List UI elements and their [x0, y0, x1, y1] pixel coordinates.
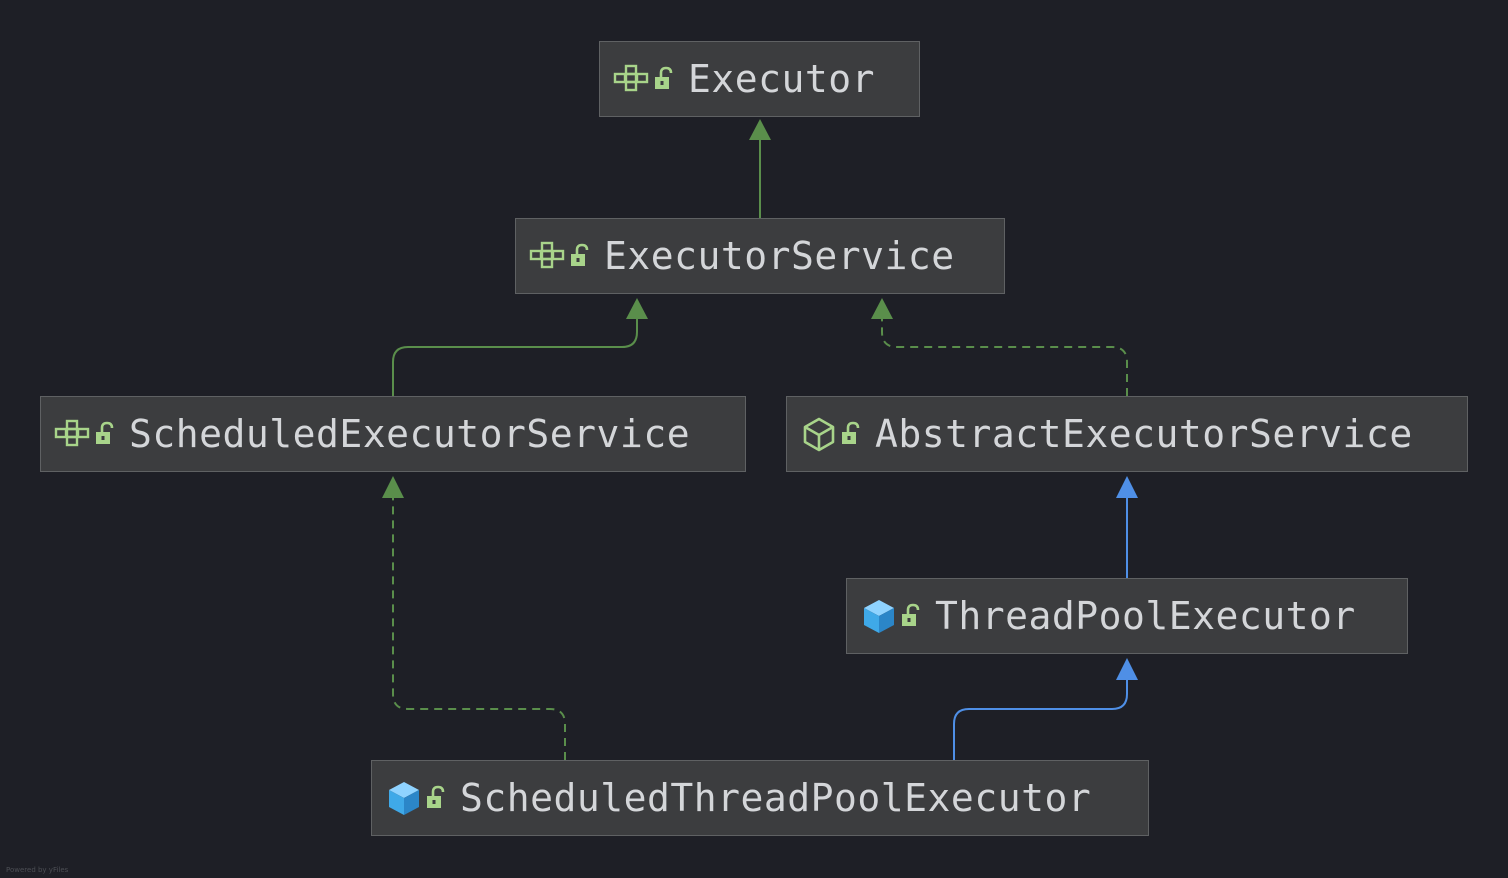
node-label: ScheduledExecutorService: [129, 412, 691, 456]
node-scheduledexecutorservice[interactable]: ScheduledExecutorService: [40, 396, 746, 472]
interface-icon: [528, 236, 568, 276]
arrowhead-threadpoolexecutor: [1116, 658, 1138, 680]
arrowhead-scheduledexecutorservice: [382, 476, 404, 498]
node-executor[interactable]: Executor: [599, 41, 920, 117]
node-label: ThreadPoolExecutor: [935, 594, 1356, 638]
edge-abstractexecutorservice-implements-executorservice: [881, 318, 1128, 396]
abstract-class-icon: [799, 414, 839, 454]
unlocked-visibility-icon: [650, 59, 680, 99]
arrowhead-executorservice-right: [871, 298, 893, 319]
edge-scheduledthreadpoolexecutor-implements-scheduledexecutorservice: [392, 496, 566, 760]
unlocked-visibility-icon: [897, 596, 927, 636]
edge-scheduledthreadpoolexecutor-extends-threadpoolexecutor: [953, 678, 1128, 760]
node-label: ExecutorService: [604, 234, 955, 278]
powered-by-footer: Powered by yFiles: [6, 866, 69, 874]
interface-icon: [612, 59, 652, 99]
node-executorservice[interactable]: ExecutorService: [515, 218, 1005, 294]
arrowhead-executor: [749, 119, 771, 140]
unlocked-visibility-icon: [91, 414, 121, 454]
unlocked-visibility-icon: [837, 414, 867, 454]
class-icon: [859, 596, 899, 636]
arrowhead-executorservice-left: [626, 298, 648, 319]
class-icon: [384, 778, 424, 818]
node-scheduledthreadpoolexecutor[interactable]: ScheduledThreadPoolExecutor: [371, 760, 1149, 836]
node-threadpoolexecutor[interactable]: ThreadPoolExecutor: [846, 578, 1408, 654]
node-label: Executor: [688, 57, 876, 101]
node-abstractexecutorservice[interactable]: AbstractExecutorService: [786, 396, 1468, 472]
arrowhead-abstractexecutorservice: [1116, 476, 1138, 498]
node-label: AbstractExecutorService: [875, 412, 1413, 456]
edge-scheduledexecutorservice-extends-executorservice: [392, 318, 638, 396]
node-label: ScheduledThreadPoolExecutor: [460, 776, 1092, 820]
interface-icon: [53, 414, 93, 454]
unlocked-visibility-icon: [422, 778, 452, 818]
unlocked-visibility-icon: [566, 236, 596, 276]
